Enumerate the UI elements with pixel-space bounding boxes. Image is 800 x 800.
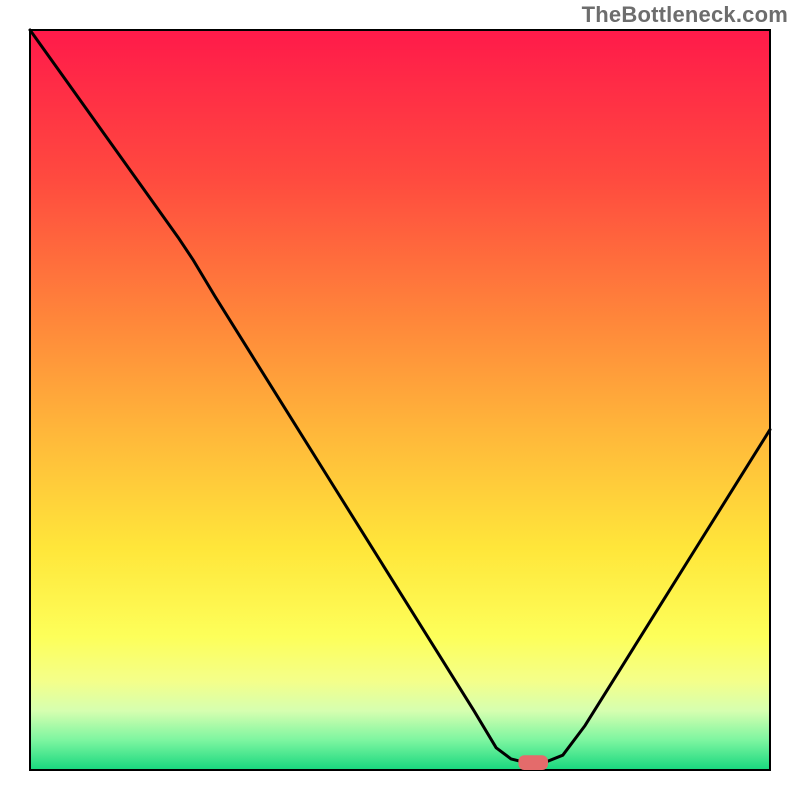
watermark-text: TheBottleneck.com bbox=[582, 2, 788, 28]
chart-container: TheBottleneck.com bbox=[0, 0, 800, 800]
plot-background bbox=[30, 30, 770, 770]
optimal-marker bbox=[518, 755, 548, 770]
bottleneck-chart bbox=[0, 0, 800, 800]
